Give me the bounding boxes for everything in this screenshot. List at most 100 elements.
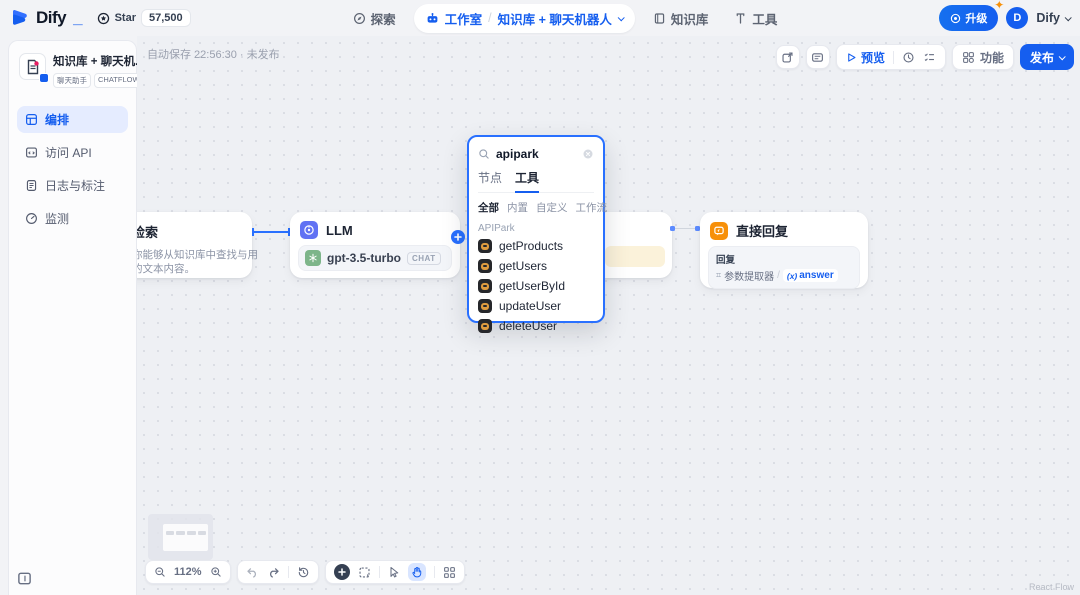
breadcrumb-app-name: 知识库 + 聊天机器人 <box>497 12 612 27</box>
filter-custom[interactable]: 自定义 <box>536 200 568 215</box>
chevron-down-icon <box>617 13 625 21</box>
account-menu[interactable]: Dify <box>1036 11 1072 25</box>
sidebar-item-orchestrate[interactable]: 编排 <box>17 106 128 133</box>
nav-explore[interactable]: 探索 <box>345 4 404 33</box>
node-direct-answer[interactable]: 直接回复 回复 ⌗ 参数提取器 / (x) answer <box>700 212 868 289</box>
tool-item[interactable]: getUsers <box>478 256 594 276</box>
popup-tabs: 节点 工具 <box>478 169 594 193</box>
tab-tools[interactable]: 工具 <box>515 169 540 193</box>
chevron-down-icon <box>1058 52 1066 60</box>
embed-button[interactable] <box>805 45 830 69</box>
sidebar-item-label: 日志与标注 <box>45 179 106 193</box>
hand-mode-button[interactable] <box>407 563 426 581</box>
tab-nodes[interactable]: 节点 <box>478 169 502 192</box>
code-window-icon <box>26 147 37 158</box>
minimap-node <box>176 531 185 535</box>
divider <box>433 566 435 578</box>
zoom-level[interactable]: 112% <box>174 566 202 578</box>
run-history-button[interactable] <box>902 51 915 64</box>
minimap[interactable] <box>148 514 213 560</box>
redo-button[interactable] <box>267 566 280 579</box>
block-search-popup: apipark 节点 工具 全部 内置 自定义 工作流 APIPark getP… <box>467 135 608 333</box>
nav-tools-label: 工具 <box>752 12 778 27</box>
checklist-icon <box>924 52 934 61</box>
node-llm[interactable]: LLM gpt-3.5-turbo CHAT <box>290 212 465 278</box>
add-note-button[interactable] <box>358 566 371 579</box>
search-input[interactable]: apipark <box>496 147 576 161</box>
preview-button[interactable]: 预览 <box>846 49 885 66</box>
zoom-in-button[interactable] <box>210 566 222 578</box>
bottom-toolbar: 112% <box>145 560 465 584</box>
nav-tools[interactable]: 工具 <box>726 4 785 33</box>
header-nav: 探索 工作室 / 知识库 + 聊天机器人 知识库 工具 <box>345 3 786 33</box>
zoom-out-button[interactable] <box>154 566 166 578</box>
apipark-icon <box>478 279 492 293</box>
tool-item[interactable]: getProducts <box>478 236 594 256</box>
nav-studio-breadcrumb[interactable]: 工作室 / 知识库 + 聊天机器人 <box>413 3 635 33</box>
add-next-node-button[interactable] <box>451 230 465 244</box>
app-switcher[interactable]: 知识库 + 聊天机... 聊天助手 CHATFLOW <box>17 51 155 98</box>
app-title: 知识库 + 聊天机... <box>53 56 145 68</box>
undo-redo-controls <box>236 560 319 584</box>
tool-item[interactable]: getUserById <box>478 276 594 296</box>
tool-item[interactable]: updateUser <box>478 296 594 316</box>
clear-search-icon[interactable] <box>582 148 594 160</box>
sidebar-item-logs[interactable]: 日志与标注 <box>17 172 128 199</box>
publish-button[interactable]: 发布 <box>1019 44 1074 70</box>
collapse-sidebar-button[interactable] <box>17 571 35 589</box>
features-label: 功能 <box>979 50 1004 65</box>
search-icon <box>478 148 490 160</box>
sidebar-item-label: 访问 API <box>45 146 92 160</box>
dify-logo[interactable]: Dify _ <box>10 8 83 28</box>
star-label: Star <box>114 12 136 24</box>
github-star-widget[interactable]: Star 57,500 <box>97 9 191 27</box>
workflow-canvas[interactable]: 自动保存 22:56:30 · 未发布 预览 功能 发布 检索 你能够从知识库中… <box>137 36 1080 595</box>
react-flow-attribution[interactable]: React Flow <box>1029 582 1074 592</box>
edit-workflow-button[interactable] <box>775 45 800 69</box>
filter-all[interactable]: 全部 <box>478 200 499 215</box>
embed-icon <box>812 52 824 62</box>
node-title: LLM <box>326 222 353 238</box>
features-button[interactable]: 功能 <box>951 44 1014 70</box>
pointer-mode-button[interactable] <box>388 566 400 578</box>
header-right: 升级 ✦ D Dify <box>939 0 1072 31</box>
hand-icon <box>411 567 421 578</box>
filter-builtin[interactable]: 内置 <box>507 200 528 215</box>
add-block-button[interactable] <box>333 564 350 580</box>
minimap-viewport[interactable] <box>163 524 208 551</box>
view-history-button[interactable] <box>297 566 310 579</box>
tool-item[interactable]: deleteUser <box>478 316 594 336</box>
arrow-out-icon <box>782 51 793 63</box>
breadcrumb-separator: / <box>488 11 492 25</box>
sidebar-item-monitoring[interactable]: 监测 <box>17 205 128 232</box>
filter-workflow[interactable]: 工作流 <box>576 200 608 215</box>
edge-retrieval-to-llm <box>252 228 290 236</box>
star-count: 57,500 <box>141 9 191 27</box>
provider-section-label: APIPark <box>478 223 515 234</box>
sparkle-icon: ✦ <box>994 0 1005 12</box>
node-knowledge-retrieval[interactable]: 检索 你能够从知识库中查找与用 的文本内容。 <box>137 212 258 278</box>
search-bar[interactable]: apipark <box>478 144 594 164</box>
avatar[interactable]: D <box>1006 7 1029 29</box>
apipark-icon <box>478 259 492 273</box>
upgrade-button[interactable]: 升级 ✦ <box>939 0 1004 31</box>
avatar-initial: D <box>1013 12 1022 24</box>
zoom-controls: 112% <box>145 560 231 584</box>
logo-underscore: _ <box>73 8 83 27</box>
preview-group: 预览 <box>835 44 946 70</box>
autosave-status: 自动保存 22:56:30 · 未发布 <box>147 49 280 61</box>
compass-icon <box>353 12 366 25</box>
checklist-button[interactable] <box>923 51 936 64</box>
extractor-mini-icon: ⌗ <box>716 270 722 280</box>
sidebar-item-api-access[interactable]: 访问 API <box>17 139 128 166</box>
model-selector[interactable]: gpt-3.5-turbo CHAT <box>298 245 452 271</box>
variable-chip[interactable]: (x) answer <box>782 269 838 282</box>
wrench-icon <box>734 12 747 25</box>
organize-blocks-button[interactable] <box>443 566 456 579</box>
log-icon <box>26 180 37 191</box>
gem-icon <box>950 13 961 24</box>
undo-button[interactable] <box>246 566 259 579</box>
minimap-node <box>166 531 174 535</box>
openai-icon <box>305 250 321 266</box>
nav-knowledge[interactable]: 知识库 <box>645 4 717 33</box>
